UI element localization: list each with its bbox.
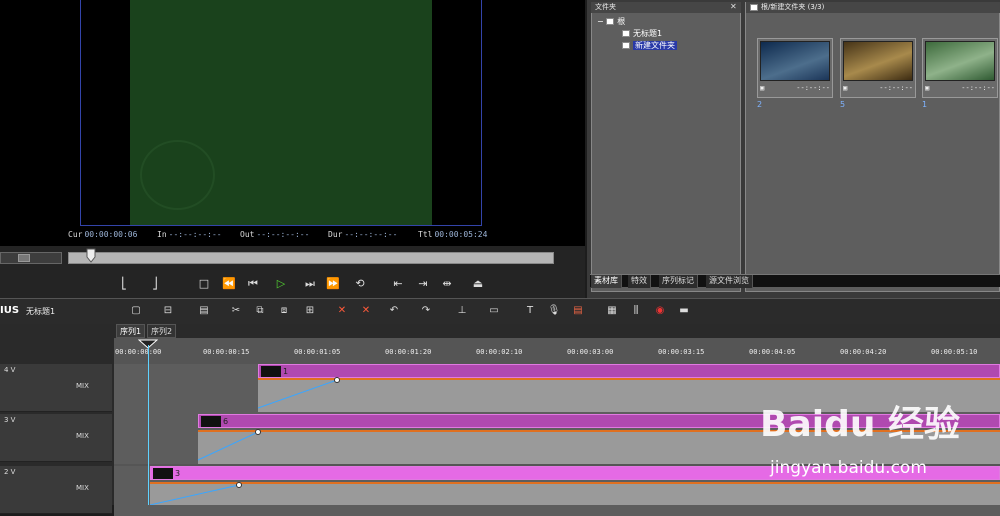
set-out-icon[interactable]: ⎦ [145, 274, 165, 294]
timecode-in: In --:--:--:-- [157, 230, 222, 239]
record-icon[interactable]: ◉ [652, 303, 668, 319]
tree-item-untitled[interactable]: 无标题1 [622, 28, 662, 39]
paste-icon[interactable]: ⧈ [276, 303, 292, 319]
tab-asset-library[interactable]: 素材库 [591, 275, 622, 288]
grid-icon[interactable]: ▦ [604, 303, 620, 319]
position-scrubber[interactable] [68, 252, 554, 264]
copy-icon[interactable]: ⧉ [252, 303, 268, 319]
timecode-dur: Dur --:--:--:-- [328, 230, 398, 239]
save-icon[interactable]: ▤ [196, 303, 212, 319]
insert-icon[interactable]: ⇤ [388, 274, 408, 294]
app-name: IUS [0, 305, 20, 316]
ruler-label: 00:00:03:00 [567, 348, 614, 356]
tab-effects[interactable]: 特效 [628, 275, 651, 288]
ripple-delete-icon[interactable]: ✕ [358, 303, 374, 319]
fast-forward-icon[interactable]: ⏩ [323, 274, 343, 294]
scrubber-playhead[interactable] [86, 248, 96, 264]
split-icon[interactable]: ⊥ [454, 303, 470, 319]
clip-controls: ▣ --:--:-- [843, 84, 913, 92]
clip-controls: ▣ --:--:-- [925, 84, 995, 92]
clip-thumbnail [760, 41, 830, 81]
folder-icon [606, 18, 615, 25]
step-forward-icon[interactable]: ⏭ [300, 274, 320, 294]
ruler-label: 00:00:03:15 [658, 348, 705, 356]
play-icon[interactable]: ▷ [271, 274, 291, 294]
folder-icon [622, 30, 630, 37]
overwrite-icon[interactable]: ⇥ [413, 274, 433, 294]
clip-number: 5 [840, 100, 846, 109]
project-name: 无标题1 [26, 307, 56, 316]
replace-icon[interactable]: ⊞ [302, 303, 318, 319]
track-header-4v[interactable]: 4 V MIX [0, 364, 112, 412]
ruler-label: 00:00:02:10 [476, 348, 523, 356]
timecode-cur: Cur 00:00:00:06 [68, 230, 138, 239]
mix-label: MIX [76, 484, 89, 492]
timecode-out: Out --:--:--:-- [240, 230, 310, 239]
rewind-icon[interactable]: ⏪ [219, 274, 239, 294]
trim-icon[interactable]: ⇹ [437, 274, 457, 294]
bin-clip[interactable]: ▣ --:--:-- [757, 38, 833, 98]
new-icon[interactable]: ▢ [128, 303, 144, 319]
ruler-label: 00:00:04:05 [749, 348, 796, 356]
mic-icon[interactable]: 🎙 [546, 303, 562, 319]
tab-sequence-1[interactable]: 序列1 [116, 324, 146, 338]
bin-clip[interactable]: ▣ --:--:-- [922, 38, 998, 98]
tree-item-new-folder[interactable]: 新建文件夹 [622, 40, 677, 51]
folder-icon [750, 3, 758, 11]
open-icon[interactable]: ⊟ [160, 303, 176, 319]
export-icon[interactable]: ⏏ [468, 274, 488, 294]
close-icon[interactable]: ✕ [730, 2, 737, 11]
redo-icon[interactable]: ↷ [418, 303, 434, 319]
mix-label: MIX [76, 432, 89, 440]
color-icon[interactable]: ▤ [570, 303, 586, 319]
stop-button-icon[interactable]: □ [194, 274, 214, 294]
timecode-ttl: Ttl 00:00:05:24 [418, 230, 488, 239]
ruler-label: 00:00:05:10 [931, 348, 978, 356]
tab-sequence-2[interactable]: 序列2 [147, 324, 177, 338]
folder-panel-title: 文件夹 [591, 2, 741, 13]
clip-thumbnail [843, 41, 913, 81]
clip-thumbnail [925, 41, 995, 81]
watermark-logo: Baidu 经验 [760, 404, 961, 445]
set-in-icon[interactable]: ⎣ [114, 274, 134, 294]
title-icon[interactable]: T [522, 303, 538, 319]
tab-sequence-markers[interactable]: 序列标记 [659, 275, 698, 288]
camera-icon: ▣ [843, 84, 848, 92]
clip-number: 1 [922, 100, 928, 109]
cut-icon[interactable]: ✂ [228, 303, 244, 319]
track-header-3v[interactable]: 3 V MIX [0, 414, 112, 462]
clip-number: 2 [757, 100, 763, 109]
loop-icon[interactable]: ⟲ [350, 274, 370, 294]
ruler-label: 00:00:00:15 [203, 348, 250, 356]
track-header-2v[interactable]: 2 V MIX [0, 466, 112, 514]
step-back-icon[interactable]: ⏮ [243, 274, 263, 294]
panel-tabs [590, 274, 1000, 287]
timeline-cursor-line [148, 345, 149, 505]
bin-panel-title: 根/新建文件夹 (3/3) [746, 2, 1000, 13]
bin-clip[interactable]: ▣ --:--:-- [840, 38, 916, 98]
ruler-label: 00:00:00:00 [115, 348, 162, 356]
folder-icon [622, 42, 630, 49]
camera-icon: ▣ [760, 84, 765, 92]
camera-icon: ▣ [925, 84, 930, 92]
tree-root[interactable]: − 根 [597, 16, 625, 27]
ruler-label: 00:00:01:05 [294, 348, 341, 356]
output-icon[interactable]: ▬ [676, 303, 692, 319]
link-icon[interactable]: ▭ [486, 303, 502, 319]
mixer-icon[interactable]: ⫼ [628, 303, 644, 319]
ruler-label: 00:00:04:20 [840, 348, 887, 356]
transport-bar [0, 270, 585, 298]
shuttle-slider[interactable] [0, 252, 62, 264]
ruler-label: 00:00:01:20 [385, 348, 432, 356]
shuttle-thumb[interactable] [18, 254, 30, 262]
clip-controls: ▣ --:--:-- [760, 84, 830, 92]
preview-overlay-mark [140, 140, 215, 210]
undo-icon[interactable]: ↶ [386, 303, 402, 319]
mix-label: MIX [76, 382, 89, 390]
tab-source-browser[interactable]: 源文件浏览 [706, 275, 753, 288]
delete-icon[interactable]: ✕ [334, 303, 350, 319]
watermark-url: jingyan.baidu.com [770, 458, 927, 478]
